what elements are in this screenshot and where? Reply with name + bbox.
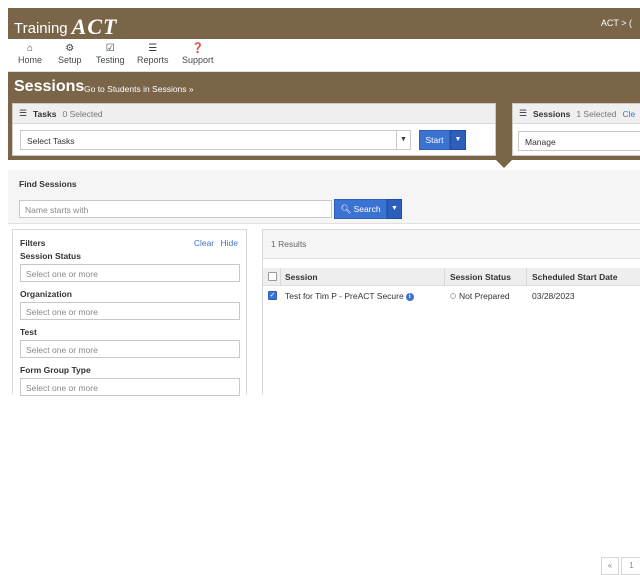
column-header-start-date[interactable]: Scheduled Start Date — [532, 272, 618, 282]
filter-label-session-status: Session Status — [20, 251, 81, 261]
nav-label: Support — [182, 55, 214, 65]
sessions-clear-link[interactable]: Cle — [623, 109, 636, 119]
nav-support[interactable]: ❓ Support — [182, 43, 214, 65]
tasks-count: 0 Selected — [62, 109, 103, 119]
select-tasks-value: Select Tasks — [27, 136, 75, 146]
filter-links: Clear Hide — [194, 238, 238, 248]
session-status-cell: Not Prepared — [450, 291, 510, 301]
start-date-cell: 03/28/2023 — [532, 291, 575, 301]
filter-label-organization: Organization — [20, 289, 72, 299]
act-logo: ACT — [71, 14, 118, 39]
gear-icon: ⚙ — [65, 43, 75, 54]
table-header: Session Session Status Scheduled Start D… — [263, 268, 640, 286]
find-sessions-title: Find Sessions — [19, 179, 77, 189]
search-label: Search — [353, 204, 381, 214]
org-breadcrumb[interactable]: ACT > ( — [601, 18, 632, 28]
table-row[interactable]: ✓ Test for Tim P - PreACT Secure i Not Pr… — [263, 286, 640, 306]
clear-filters-link[interactable]: Clear — [194, 238, 214, 248]
sessions-panel: ☰ Sessions 1 Selected Cle Manage — [512, 103, 640, 156]
nav-testing[interactable]: ☑ Testing — [96, 43, 125, 65]
sessions-icon: ☰ — [519, 108, 528, 118]
select-tasks-dropdown[interactable]: Select Tasks ▼ — [20, 130, 411, 150]
panel-pointer — [496, 160, 512, 168]
hide-filters-link[interactable]: Hide — [221, 238, 238, 248]
column-header-session[interactable]: Session — [285, 272, 318, 282]
brand-prefix: Training — [14, 20, 68, 37]
page-title: Sessions — [14, 78, 85, 95]
nav-home[interactable]: ⌂ Home — [18, 43, 42, 65]
results-header: 1 Results — [263, 230, 640, 259]
filter-label-form-group-type: Form Group Type — [20, 365, 91, 375]
search-input[interactable]: Name starts with — [19, 200, 332, 218]
start-dropdown-toggle[interactable]: ▼ — [450, 130, 466, 150]
organization-filter[interactable]: Select one or more — [20, 302, 240, 320]
session-status-filter[interactable]: Select one or more — [20, 264, 240, 282]
select-all-checkbox[interactable] — [268, 272, 277, 281]
session-name: Test for Tim P - PreACT Secure — [285, 291, 404, 301]
search-icon: 🔍︎ — [340, 204, 352, 214]
question-icon: ❓ — [191, 43, 204, 54]
pager-prev-button[interactable]: « — [601, 557, 619, 575]
find-sessions-area: Find Sessions Name starts with 🔍︎ Search… — [8, 170, 640, 224]
nav-label: Reports — [137, 55, 169, 65]
check-square-icon: ☑ — [105, 43, 115, 54]
home-icon: ⌂ — [26, 43, 34, 54]
nav-label: Testing — [96, 55, 125, 65]
list-icon: ☰ — [148, 43, 158, 54]
pager-page-1[interactable]: 1 — [621, 557, 640, 575]
filter-label-test: Test — [20, 327, 37, 337]
session-status: Not Prepared — [459, 291, 510, 301]
app-brand[interactable]: Training ACT — [14, 13, 117, 39]
top-bar: Training ACT ACT > ( — [8, 8, 640, 39]
session-name-cell[interactable]: Test for Tim P - PreACT Secure i — [285, 291, 414, 301]
search-button[interactable]: 🔍︎ Search — [334, 199, 387, 219]
results-panel: 1 Results Session Session Status Schedul… — [262, 229, 640, 575]
chevron-down-icon: ▼ — [396, 131, 410, 149]
main-nav: ⌂ Home ⚙ Setup ☑ Testing ☰ Reports ❓ Sup… — [8, 39, 640, 72]
filters-panel: Filters Clear Hide Session Status Select… — [12, 229, 247, 396]
manage-value: Manage — [525, 137, 556, 147]
sessions-count: 1 Selected — [576, 109, 617, 119]
column-divider — [526, 268, 527, 286]
status-circle-icon — [450, 293, 456, 299]
nav-reports[interactable]: ☰ Reports — [137, 43, 169, 65]
sessions-title: Sessions — [533, 109, 571, 119]
nav-label: Setup — [58, 55, 82, 65]
column-divider — [280, 268, 281, 286]
students-in-sessions-link[interactable]: Go to Students in Sessions » — [84, 84, 194, 94]
column-header-status[interactable]: Session Status — [450, 272, 511, 282]
tasks-panel: ☰ Tasks 0 Selected Select Tasks ▼ Start ▼ — [12, 103, 496, 156]
tasks-panel-header: ☰ Tasks 0 Selected — [13, 104, 495, 124]
results-count: 1 Results — [271, 239, 307, 249]
column-divider — [444, 268, 445, 286]
manage-dropdown[interactable]: Manage — [518, 131, 640, 151]
info-icon[interactable]: i — [405, 293, 414, 301]
form-group-type-filter[interactable]: Select one or more — [20, 378, 240, 396]
sessions-panel-header: ☰ Sessions 1 Selected Cle — [513, 104, 640, 124]
caret-down-icon: ▼ — [391, 205, 398, 212]
nav-setup[interactable]: ⚙ Setup — [58, 43, 82, 65]
search-dropdown-toggle[interactable]: ▼ — [387, 199, 402, 219]
caret-down-icon: ▼ — [454, 136, 462, 143]
nav-label: Home — [18, 55, 43, 65]
tasks-icon: ☰ — [19, 108, 28, 118]
test-filter[interactable]: Select one or more — [20, 340, 240, 358]
row-checkbox[interactable]: ✓ — [268, 291, 277, 300]
filters-title: Filters — [20, 238, 46, 248]
start-button[interactable]: Start — [419, 130, 450, 150]
tasks-title: Tasks — [33, 109, 57, 119]
